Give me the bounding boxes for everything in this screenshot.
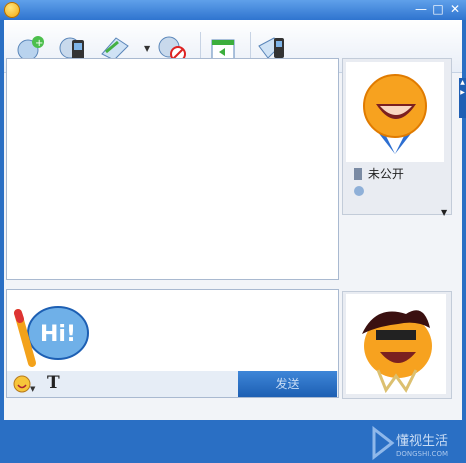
close-button[interactable]: ✕ [448,2,462,16]
message-input[interactable]: Hi! [6,289,339,372]
contact-status: 未公开 [354,165,404,182]
watermark-title: 懂视生活 [396,434,448,449]
watermark: 懂视生活 DONGSHI.COM [370,425,462,461]
app-logo-icon [4,2,20,18]
self-avatar[interactable] [346,294,446,394]
contact-panel-dropdown[interactable]: ▼ [441,208,447,217]
contact-avatar[interactable] [346,62,444,162]
self-avatar-icon [362,310,432,394]
emoji-button[interactable]: ▼ [13,375,37,393]
splitter-handle[interactable] [150,281,190,296]
send-button[interactable]: 发送 [238,371,337,397]
svg-text:▼: ▼ [30,385,36,393]
svg-text:Hi!: Hi! [40,322,76,347]
emoji-icon: ▼ [13,375,36,393]
hi-logo-icon: Hi! [14,306,89,367]
contact-avatar-icon [363,74,427,154]
side-collapse-tab[interactable]: ▲ ▶ [459,78,466,118]
chat-history[interactable] [6,58,339,280]
minimize-button[interactable]: — [414,2,428,16]
font-button[interactable]: T [47,373,60,393]
collapse-arrow-icon: ▲ ▶ [460,79,465,96]
watermark-logo: 懂视生活 DONGSHI.COM [372,425,448,461]
svg-text:+: + [35,38,43,49]
watermark-url: DONGSHI.COM [396,450,448,458]
network-icon [354,186,364,196]
chat-window: — □ ✕ + ▼ Hi! ▼ T 发送 未公开 ▼ ▲ ▶ 懂视生活 DONG… [0,0,466,463]
file-transfer-dropdown[interactable]: ▼ [144,44,150,53]
status-text: 未公开 [367,167,404,181]
mobile-icon [354,168,362,180]
title-bar[interactable]: — □ ✕ [0,0,466,20]
maximize-button[interactable]: □ [431,2,445,16]
